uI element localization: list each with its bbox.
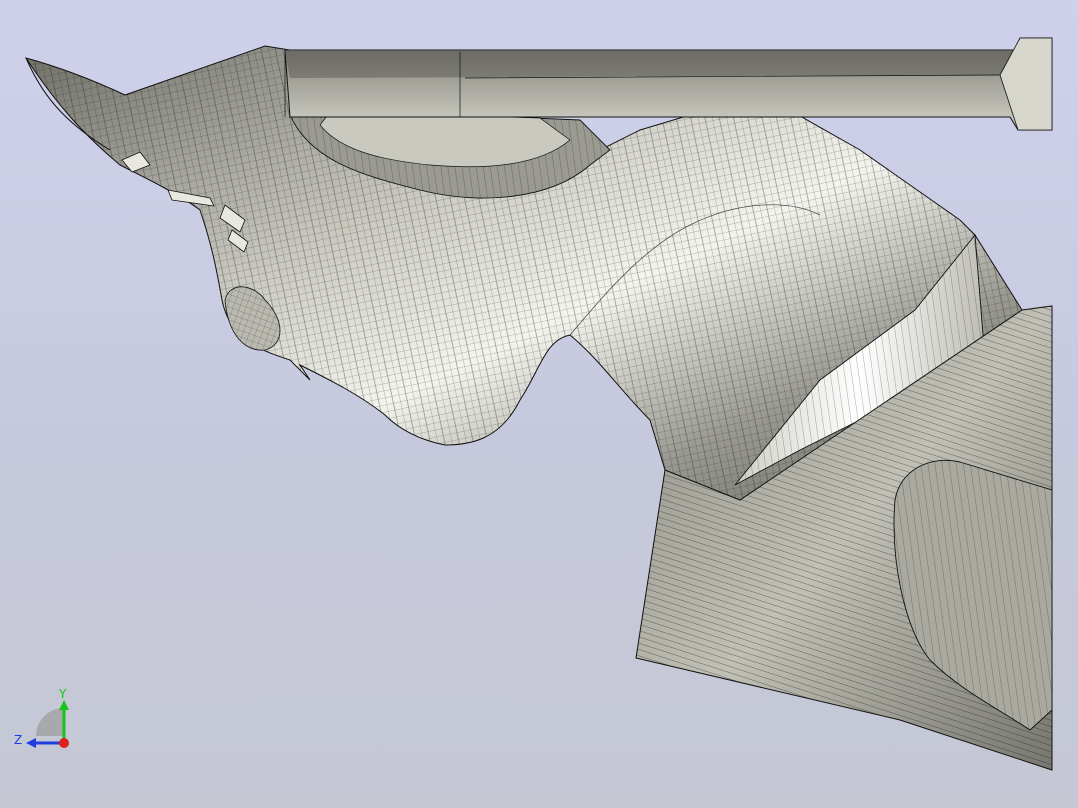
orientation-triad: Y Z [10,686,80,756]
y-axis-label: Y [58,687,67,701]
axis-triad-icon: Y Z [14,687,69,748]
z-axis-label: Z [14,733,22,747]
3d-viewport[interactable]: Y Z [0,0,1078,808]
x-axis-dot [59,738,69,748]
mesh-model[interactable] [0,0,1078,808]
